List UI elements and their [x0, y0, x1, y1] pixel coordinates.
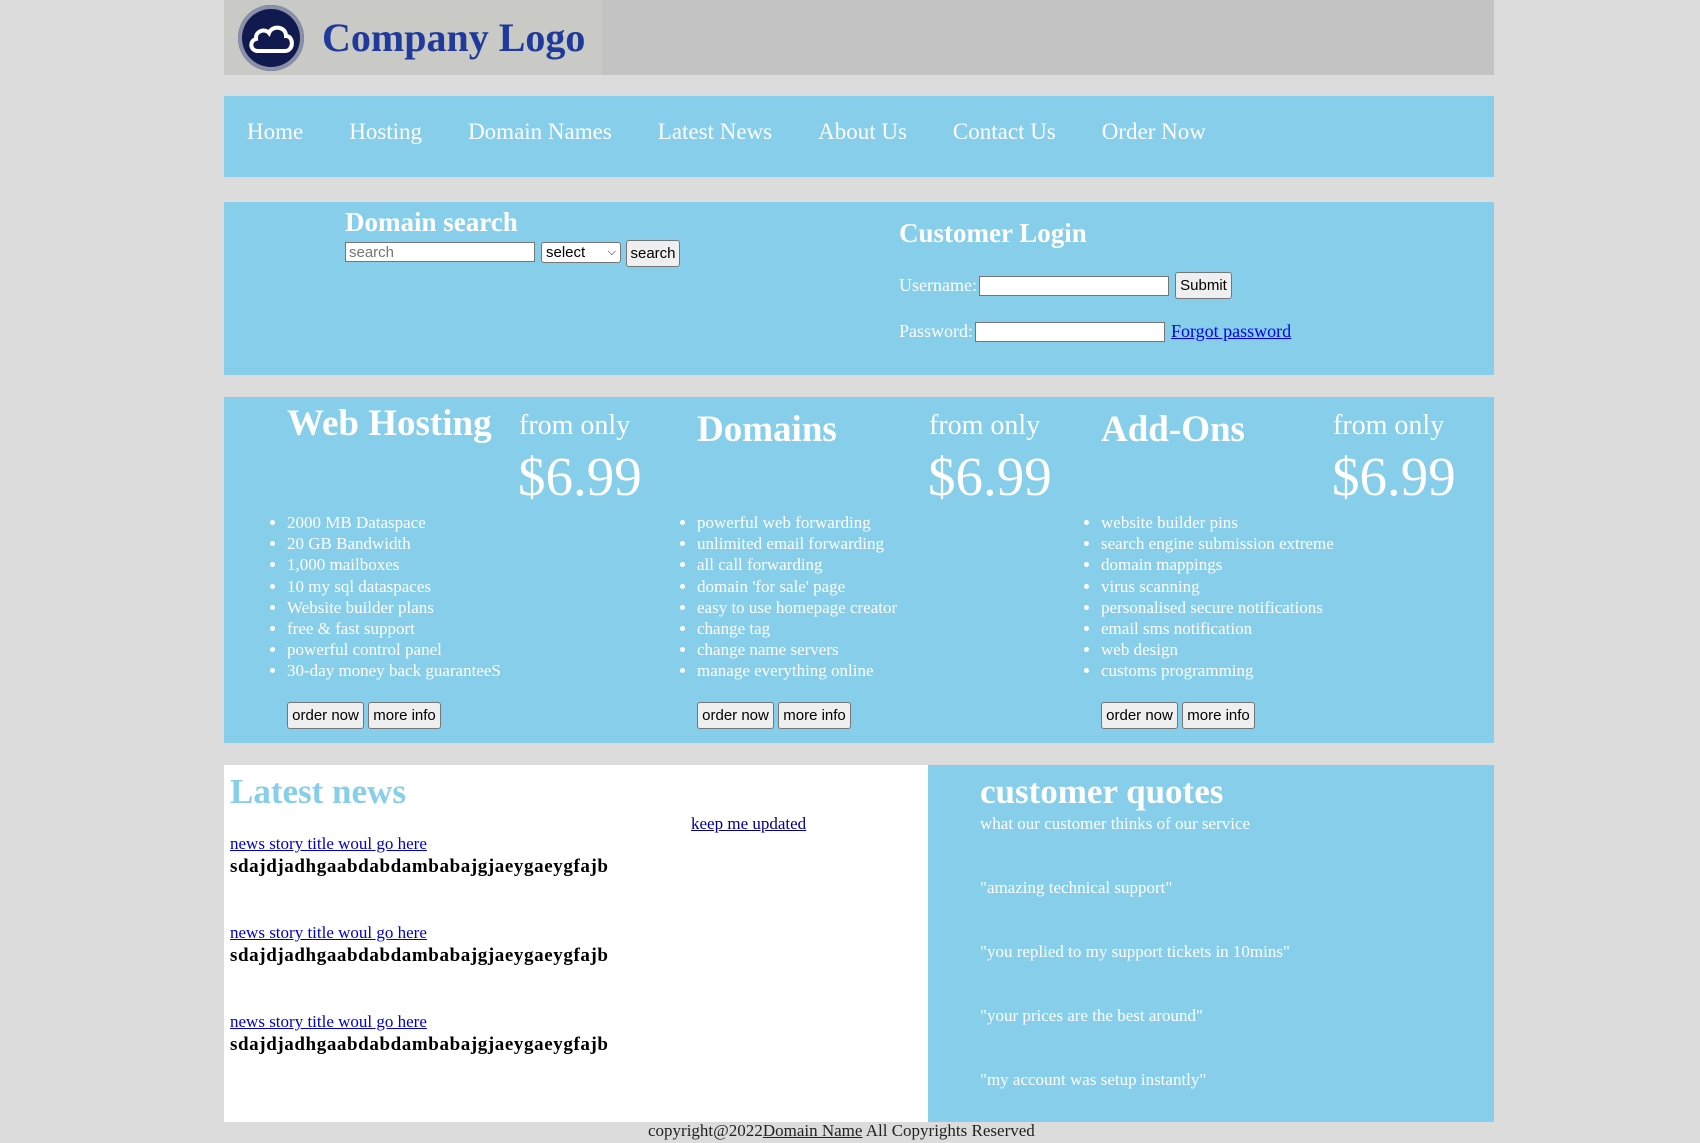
list-item: change tag [697, 618, 897, 639]
customer-login-title: Customer Login [899, 218, 1087, 248]
customer-quote: "your prices are the best around" [980, 1006, 1203, 1025]
list-item: powerful web forwarding [697, 512, 897, 533]
tld-select-value: select [546, 244, 586, 261]
list-item: domain mappings [1101, 554, 1334, 575]
password-field[interactable] [975, 322, 1165, 342]
nav-item-hosting[interactable]: Hosting [349, 119, 422, 145]
more-info-button-domains[interactable]: more info [778, 702, 851, 729]
list-item: Website builder plans [287, 597, 501, 618]
list-item: search engine submission extreme [1101, 533, 1334, 554]
submit-button[interactable]: Submit [1175, 272, 1232, 299]
main-nav: Home Hosting Domain Names Latest News Ab… [224, 96, 1494, 177]
list-item: website builder pins [1101, 512, 1334, 533]
more-info-button-web-hosting[interactable]: more info [368, 702, 441, 729]
customer-quote: "my account was setup instantly" [980, 1070, 1207, 1089]
list-item: customs programming [1101, 660, 1334, 681]
more-info-button-add-ons[interactable]: more info [1182, 702, 1255, 729]
nav-item-domain-names[interactable]: Domain Names [468, 119, 612, 145]
chevron-down-icon: ⌵ [607, 246, 616, 258]
nav-item-contact-us[interactable]: Contact Us [953, 119, 1056, 145]
list-item: all call forwarding [697, 554, 897, 575]
username-label: Username: [899, 275, 977, 295]
news-story-link[interactable]: news story title woul go here [230, 834, 427, 854]
order-now-button-web-hosting[interactable]: order now [287, 702, 364, 729]
product-title-add-ons: Add-Ons [1101, 409, 1245, 450]
logo-text: Company Logo [322, 15, 586, 60]
list-item: 30-day money back guaranteeS [287, 660, 501, 681]
product-from-label: from only [1333, 410, 1445, 441]
password-label: Password: [899, 321, 974, 341]
company-logo[interactable]: Company Logo [224, 0, 602, 75]
list-item: manage everything online [697, 660, 897, 681]
customer-quote: "you replied to my support tickets in 10… [980, 942, 1290, 961]
feature-list-add-ons: website builder pins search engine submi… [1079, 512, 1334, 682]
news-story-link[interactable]: news story title woul go here [230, 1012, 427, 1032]
product-price: $6.99 [1332, 446, 1456, 507]
list-item: powerful control panel [287, 639, 501, 660]
order-now-button-add-ons[interactable]: order now [1101, 702, 1178, 729]
product-price: $6.99 [518, 446, 642, 507]
product-title-domains: Domains [697, 409, 837, 450]
feature-list-domains: powerful web forwarding unlimited email … [675, 512, 897, 682]
search-button[interactable]: search [626, 240, 680, 267]
list-item: email sms notification [1101, 618, 1334, 639]
news-story-body: sdajdjadhgaabdabdambabajgjaeygaeygfajb [230, 1034, 609, 1055]
news-story-link[interactable]: news story title woul go here [230, 923, 427, 943]
footer: copyright@2022Domain Name All Copyrights… [648, 1121, 1035, 1141]
quotes-subtitle: what our customer thinks of our service [980, 814, 1251, 833]
product-title-web-hosting: Web Hosting [287, 403, 492, 444]
list-item: unlimited email forwarding [697, 533, 897, 554]
product-from-label: from only [929, 410, 1041, 441]
product-price: $6.99 [928, 446, 1052, 507]
list-item: change name servers [697, 639, 897, 660]
domain-search-title: Domain search [345, 207, 518, 237]
nav-item-latest-news[interactable]: Latest News [658, 119, 772, 145]
news-story-body: sdajdjadhgaabdabdambabajgjaeygaeygfajb [230, 856, 609, 877]
tld-select[interactable]: select ⌵ [541, 242, 621, 263]
list-item: 10 my sql dataspaces [287, 576, 501, 597]
nav-item-order-now[interactable]: Order Now [1102, 119, 1206, 145]
forgot-password-link[interactable]: Forgot password [1171, 321, 1291, 342]
customer-quote: "amazing technical support" [980, 878, 1173, 897]
footer-rights: All Copyrights Reserved [862, 1121, 1035, 1140]
order-now-button-domains[interactable]: order now [697, 702, 774, 729]
nav-item-about-us[interactable]: About Us [818, 119, 907, 145]
list-item: 20 GB Bandwidth [287, 533, 501, 554]
list-item: virus scanning [1101, 576, 1334, 597]
list-item: 2000 MB Dataspace [287, 512, 501, 533]
footer-domain-link[interactable]: Domain Name [763, 1121, 863, 1140]
cloud-icon [238, 4, 304, 71]
list-item: web design [1101, 639, 1334, 660]
footer-copyright: copyright@2022 [648, 1121, 763, 1140]
feature-list-web-hosting: 2000 MB Dataspace 20 GB Bandwidth 1,000 … [265, 512, 501, 682]
news-story-body: sdajdjadhgaabdabdambabajgjaeygaeygfajb [230, 945, 609, 966]
nav-item-home[interactable]: Home [247, 119, 303, 145]
customer-quotes-title: customer quotes [980, 772, 1224, 811]
list-item: domain 'for sale' page [697, 576, 897, 597]
list-item: easy to use homepage creator [697, 597, 897, 618]
latest-news-title: Latest news [230, 772, 406, 811]
keep-me-updated-link[interactable]: keep me updated [691, 814, 806, 834]
domain-search-input[interactable] [345, 242, 535, 262]
product-from-label: from only [519, 410, 631, 441]
username-field[interactable] [979, 276, 1169, 296]
list-item: 1,000 mailboxes [287, 554, 501, 575]
latest-news-panel [224, 765, 928, 1122]
list-item: free & fast support [287, 618, 501, 639]
list-item: personalised secure notifications [1101, 597, 1334, 618]
